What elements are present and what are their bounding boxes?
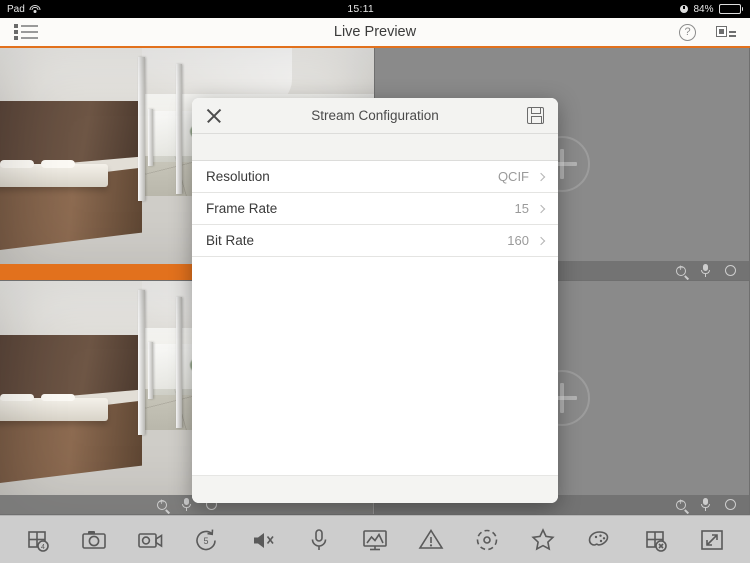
dialog-body [192,257,558,475]
zoom-in-icon[interactable] [676,497,686,510]
status-bar-right: 84% [680,4,743,15]
dialog-footer [192,475,558,503]
row-frame-rate[interactable]: Frame Rate 15 [192,193,558,225]
grid-4-icon: 4 [28,530,49,552]
chevron-right-icon [536,204,546,213]
record-circle-icon[interactable] [725,499,736,510]
picture-button[interactable] [360,525,390,555]
ptz-button[interactable] [472,525,502,555]
row-value-group: QCIF [497,169,546,184]
help-circle-icon[interactable]: ? [679,23,696,41]
row-label: Resolution [206,169,270,184]
ptz-circle-icon [476,529,498,550]
status-bar-left: Pad [7,4,41,15]
speaker-muted-icon [253,532,274,548]
record-button[interactable] [135,525,165,555]
image-settings-button[interactable] [584,525,614,555]
row-value: 160 [507,233,529,248]
two-way-audio-button[interactable] [304,525,334,555]
row-value-group: 15 [514,201,546,216]
layout-grid-4-button[interactable]: 4 [23,525,53,555]
app-root: Pad 15:11 84% Live Preview ? + + + Strea… [0,0,750,563]
nav-bar-actions: ? [679,23,736,41]
row-value-group: 160 [507,233,546,248]
row-value: 15 [514,201,529,216]
row-bit-rate[interactable]: Bit Rate 160 [192,225,558,257]
palette-icon [589,530,609,546]
microphone-icon[interactable] [699,264,712,277]
row-value: QCIF [497,169,529,184]
page-title: Live Preview [333,24,417,40]
picture-monitor-icon [363,529,387,550]
stream-configuration-dialog: Stream Configuration Resolution QCIF Fra… [192,98,558,503]
carrier-label: Pad [7,3,25,15]
record-circle-icon[interactable] [725,265,736,276]
star-icon [531,527,555,551]
chevron-right-icon [536,236,546,245]
zoom-in-icon[interactable] [157,497,167,510]
microphone-icon [311,528,327,550]
snapshot-button[interactable] [79,525,109,555]
favorite-button[interactable] [528,525,558,555]
warning-triangle-icon [418,528,444,549]
instant-playback-button[interactable]: 5 [191,525,221,555]
microphone-icon[interactable] [699,498,712,511]
wifi-icon [29,4,41,14]
alarm-button[interactable] [416,525,446,555]
row-label: Bit Rate [206,233,255,248]
svg-text:5: 5 [204,536,209,546]
fullscreen-button[interactable] [697,525,727,555]
close-all-button[interactable] [641,525,671,555]
grid-close-icon [645,530,667,552]
list-menu-icon[interactable] [14,24,38,40]
microphone-icon[interactable] [180,498,193,511]
dialog-header: Stream Configuration [192,98,558,134]
chevron-right-icon [536,172,546,181]
save-floppy-icon[interactable] [527,107,544,124]
video-camera-icon [138,532,163,548]
battery-icon [718,4,743,14]
device-list-icon[interactable] [716,24,736,40]
rotation-lock-icon [680,5,689,13]
expand-arrows-icon [700,529,723,550]
svg-text:4: 4 [41,544,45,551]
dialog-spacer [192,134,558,161]
settings-list: Resolution QCIF Frame Rate 15 Bit Rate 1… [192,161,558,257]
dialog-title: Stream Configuration [311,108,439,123]
rewind-5s-icon: 5 [196,529,217,550]
zoom-in-icon[interactable] [676,263,686,276]
row-resolution[interactable]: Resolution QCIF [192,161,558,193]
bottom-toolbar: 4 5 [0,515,750,563]
battery-percent-label: 84% [693,3,714,15]
close-icon[interactable] [206,108,222,124]
row-label: Frame Rate [206,201,278,216]
nav-bar: Live Preview ? [0,18,750,48]
audio-mute-button[interactable] [248,525,278,555]
status-bar: Pad 15:11 84% [0,0,750,18]
clock-label: 15:11 [347,3,374,15]
camera-icon [82,530,107,549]
